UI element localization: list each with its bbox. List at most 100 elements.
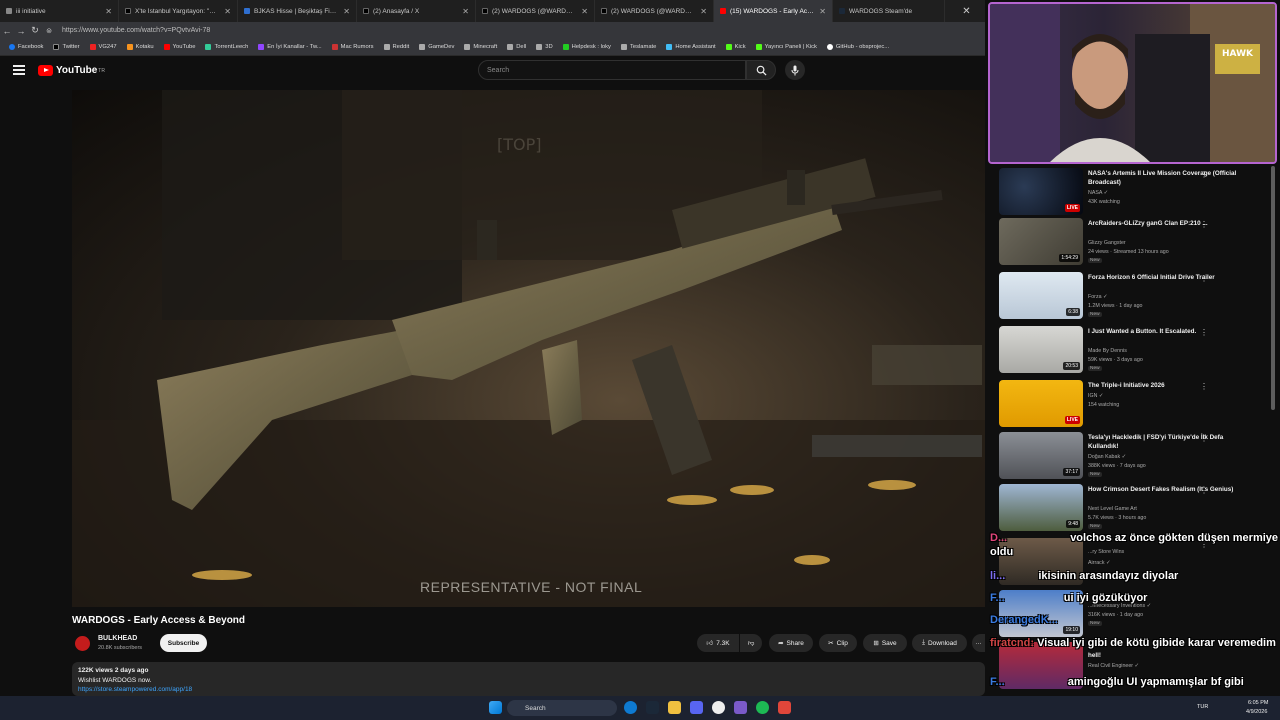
obs-icon[interactable]	[712, 701, 725, 714]
recommendation-channel[interactable]: Airrack ✓	[1088, 560, 1110, 566]
browser-tab[interactable]: (2) WARDOGS (@WARDOGS) / X✕	[595, 0, 714, 22]
recommendation-channel[interactable]: Doğan Kabak ✓	[1088, 454, 1126, 460]
recommendation-channel[interactable]: Real Civil Engineer ✓	[1088, 663, 1139, 669]
steam-icon[interactable]	[646, 701, 659, 714]
subscribe-button[interactable]: Subscribe	[160, 634, 207, 652]
video-thumbnail[interactable]: 37:17	[999, 432, 1083, 479]
more-options-icon[interactable]: ⋮	[1200, 382, 1208, 391]
like-button[interactable]: 👍︎ 7.3K	[697, 634, 739, 652]
recommendation-channel[interactable]: Made By Dennis	[1088, 348, 1127, 354]
video-description[interactable]: 122K views 2 days ago Wishlist WARDOGS n…	[72, 662, 985, 696]
recommended-video[interactable]: 20:53 I Just Wanted a Button. It Escalat…	[999, 326, 1269, 376]
channel-name[interactable]: BULKHEAD	[98, 635, 137, 642]
recommendation-channel[interactable]: Forza ✓	[1088, 294, 1107, 300]
search-button[interactable]	[746, 60, 776, 80]
bookmark-item[interactable]: Twitter	[50, 44, 82, 50]
more-options-icon[interactable]: ⋮	[1200, 434, 1208, 443]
recommended-video[interactable]: 1:54:29 ArcRaiders-GLiZzy ganG Clan EP:2…	[999, 218, 1269, 268]
close-tab-icon[interactable]: ✕	[343, 7, 350, 16]
close-tab-icon[interactable]: ✕	[462, 7, 469, 16]
bookmark-item[interactable]: Helpdesk : loky	[560, 44, 614, 50]
more-options-icon[interactable]: ⋮	[1200, 328, 1208, 337]
video-thumbnail[interactable]: LIVE	[999, 380, 1083, 427]
bookmark-item[interactable]: VG247	[87, 44, 120, 50]
recommended-video[interactable]: 9:48 How Crimson Desert Fakes Realism (I…	[999, 484, 1269, 534]
bookmark-item[interactable]: GitHub - obsprojec...	[824, 44, 892, 50]
site-info-icon[interactable]: ⊜	[42, 27, 56, 35]
clock-date[interactable]: 4/9/2026	[1246, 709, 1267, 715]
video-thumbnail[interactable]: 20:53	[999, 326, 1083, 373]
forward-icon[interactable]: →	[14, 26, 28, 36]
close-tab-icon[interactable]: ✕	[700, 7, 707, 16]
browser-tab[interactable]: (2) WARDOGS (@WARDOGS) / X✕	[476, 0, 595, 22]
windows-start-icon[interactable]	[489, 701, 502, 714]
close-window-button[interactable]: ✕	[948, 0, 985, 22]
close-tab-icon[interactable]: ✕	[105, 7, 112, 16]
share-button[interactable]: ➦ Share	[769, 634, 813, 652]
close-tab-icon[interactable]: ✕	[224, 7, 231, 16]
recommended-video[interactable]: LIVE The Triple-i Initiative 2026 IGN ✓ …	[999, 380, 1269, 430]
download-button[interactable]: ⤓ Download	[912, 634, 967, 652]
more-options-icon[interactable]: ⋮	[1200, 170, 1208, 179]
bookmark-item[interactable]: YouTube	[161, 44, 199, 50]
recommendation-channel[interactable]: Glizzy Gangster	[1088, 240, 1126, 246]
edge-icon[interactable]	[624, 701, 637, 714]
clock-time[interactable]: 6:05 PM	[1248, 700, 1268, 706]
steam-store-link[interactable]: https://store.steampowered.com/app/18	[78, 685, 979, 695]
bookmark-item[interactable]: Home Assistant	[663, 44, 718, 50]
discord-icon[interactable]	[690, 701, 703, 714]
bookmark-item[interactable]: Dell	[504, 44, 529, 50]
channel-avatar[interactable]	[75, 636, 90, 651]
close-tab-icon[interactable]: ✕	[581, 7, 588, 16]
back-icon[interactable]: ←	[0, 26, 14, 36]
close-tab-icon[interactable]: ✕	[819, 7, 826, 16]
bookmark-item[interactable]: En İyi Kanallar - Tw...	[255, 44, 324, 50]
bookmark-item[interactable]: Mac Rumors	[329, 44, 377, 50]
spotify-icon[interactable]	[756, 701, 769, 714]
recommended-video[interactable]: 37:17 Tesla'yı Hackledik | FSD'yi Türkiy…	[999, 432, 1269, 482]
search-input[interactable]: Search	[478, 60, 746, 80]
sidebar-scrollbar[interactable]	[1271, 166, 1275, 410]
browser-tab[interactable]: (2) Anasayfa / X ✕	[357, 0, 476, 22]
browser-tab[interactable]: WARDOGS Steam'de	[833, 0, 945, 22]
hamburger-menu-icon[interactable]	[13, 65, 25, 75]
save-button[interactable]: ⊞ Save	[863, 634, 907, 652]
github-desktop-icon[interactable]	[734, 701, 747, 714]
more-options-icon[interactable]: ⋮	[1200, 220, 1208, 229]
recommended-video[interactable]: LIVE NASA's Artemis II Live Mission Cove…	[999, 168, 1269, 218]
bookmark-item[interactable]: Kotaku	[124, 44, 157, 50]
recommendation-channel[interactable]: Next Level Game Art	[1088, 506, 1137, 512]
browser-tab-active[interactable]: (15) WARDOGS - Early Acces ✕	[714, 0, 833, 22]
voice-search-button[interactable]	[785, 60, 805, 80]
dislike-button[interactable]: 👎︎	[740, 634, 762, 652]
video-thumbnail[interactable]: 6:38	[999, 272, 1083, 319]
more-actions-button[interactable]: ···	[972, 634, 985, 652]
video-thumbnail[interactable]: LIVE	[999, 168, 1083, 215]
recommended-video[interactable]: 6:38 Forza Horizon 6 Official Initial Dr…	[999, 272, 1269, 322]
recommendation-channel[interactable]: IGN ✓	[1088, 393, 1103, 399]
video-thumbnail[interactable]: 1:54:29	[999, 218, 1083, 265]
keyboard-language[interactable]: TUR	[1197, 704, 1208, 710]
url-field[interactable]: https://www.youtube.com/watch?v=PQvtvAvi…	[62, 27, 210, 34]
bookmark-item[interactable]: Teslamate	[618, 44, 659, 50]
video-player[interactable]: [TOP]	[72, 90, 985, 607]
bookmark-item[interactable]: 3D	[533, 44, 555, 50]
app-icon[interactable]	[778, 701, 791, 714]
bookmark-item[interactable]: Reddit	[381, 44, 413, 50]
bookmark-item[interactable]: GameDev	[416, 44, 457, 50]
bookmark-item[interactable]: Kick	[723, 44, 749, 50]
taskbar-search[interactable]: Search	[507, 700, 617, 716]
video-thumbnail[interactable]: 9:48	[999, 484, 1083, 531]
browser-tab[interactable]: X'te İstanbul Yargıtayon: "CANLI BL✕	[119, 0, 238, 22]
reload-icon[interactable]: ↻	[28, 25, 42, 36]
browser-tab[interactable]: BJKAS Hisse | Beşiktaş Fiyatları - İn✕	[238, 0, 357, 22]
bookmark-item[interactable]: Facebook	[6, 44, 46, 50]
bookmark-item[interactable]: TorrentLeech	[202, 44, 251, 50]
file-explorer-icon[interactable]	[668, 701, 681, 714]
recommendation-channel[interactable]: NASA ✓	[1088, 190, 1108, 196]
clip-button[interactable]: ✂ Clip	[819, 634, 857, 652]
bookmark-item[interactable]: Minecraft	[461, 44, 500, 50]
more-options-icon[interactable]: ⋮	[1200, 486, 1208, 495]
youtube-logo[interactable]: YouTube TR	[38, 65, 105, 76]
browser-tab[interactable]: iii initiative ✕	[0, 0, 119, 22]
